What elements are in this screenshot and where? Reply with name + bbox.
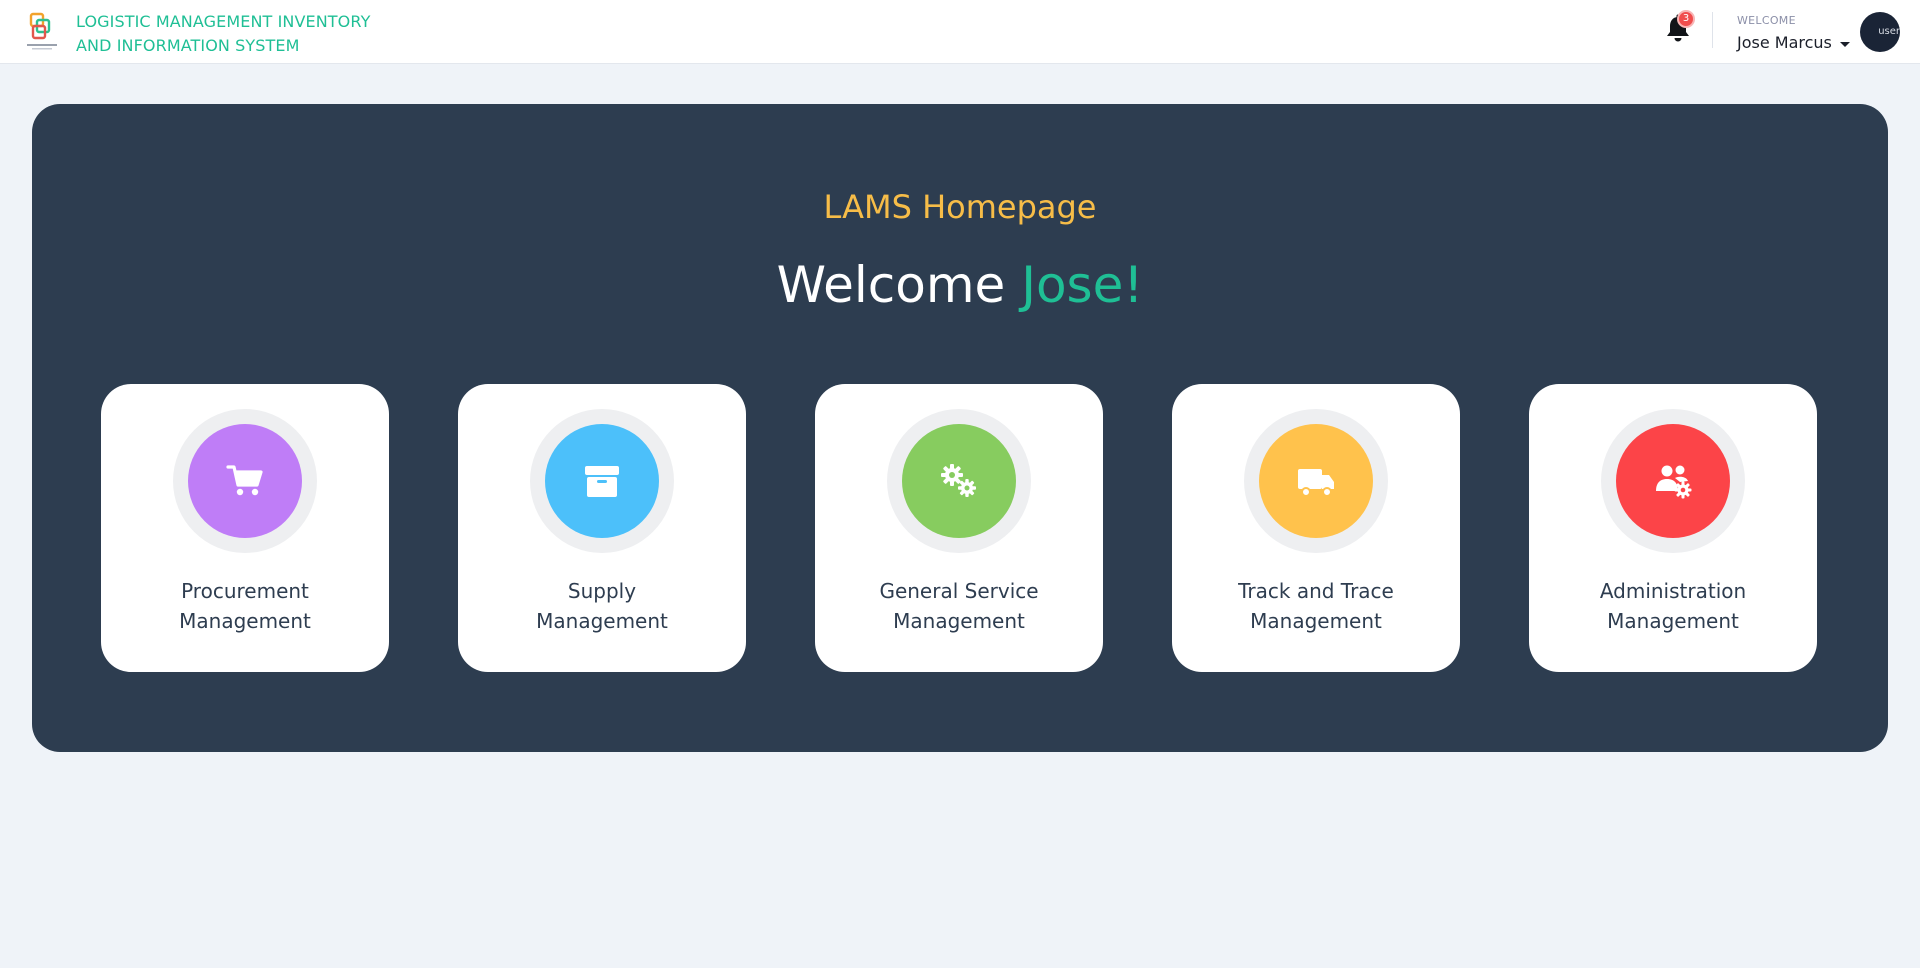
welcome-user-name: Jose! <box>1021 256 1144 314</box>
top-navbar: LOGISTIC MANAGEMENT INVENTORY AND INFORM… <box>0 0 1920 64</box>
homepage-hero-panel: LAMS Homepage Welcome Jose! Procurement … <box>32 104 1888 752</box>
module-icon-disk <box>1616 424 1730 538</box>
module-card-general-service[interactable]: General Service Management <box>815 384 1103 672</box>
box-icon <box>585 466 619 497</box>
user-menu-caret-icon[interactable] <box>1840 42 1850 47</box>
homepage-subtitle: LAMS Homepage <box>823 188 1097 226</box>
module-card-label: Track and Trace Management <box>1172 576 1460 636</box>
module-cards: Procurement Management Supply Management <box>101 384 1821 672</box>
module-card-label: Supply Management <box>458 576 746 636</box>
module-label-line1: General Service <box>879 579 1039 603</box>
module-icon-ring <box>887 409 1031 553</box>
module-icon-disk <box>902 424 1016 538</box>
module-card-label: Procurement Management <box>101 576 389 636</box>
welcome-prefix: Welcome <box>776 256 1006 314</box>
module-card-procurement[interactable]: Procurement Management <box>101 384 389 672</box>
module-label-line2: Management <box>536 609 668 633</box>
module-label-line1: Supply <box>567 579 637 603</box>
module-icon-ring <box>1601 409 1745 553</box>
module-icon-ring <box>530 409 674 553</box>
company-logo[interactable] <box>22 8 62 52</box>
module-label-line1: Procurement <box>181 579 309 603</box>
welcome-heading: Welcome Jose! <box>32 256 1888 314</box>
module-icon-disk <box>188 424 302 538</box>
module-label-line1: Administration <box>1599 579 1747 603</box>
module-card-label: General Service Management <box>815 576 1103 636</box>
module-card-label: Administration Management <box>1529 576 1817 636</box>
notification-count-badge: 3 <box>1677 10 1695 28</box>
user-avatar[interactable]: user <box>1860 12 1900 52</box>
user-menu-name[interactable]: Jose Marcus <box>1737 33 1832 52</box>
truck-icon <box>1298 469 1334 497</box>
header-divider <box>1712 12 1713 48</box>
users-cog-icon <box>1656 465 1692 499</box>
system-title-line2: AND INFORMATION SYSTEM <box>76 36 300 55</box>
system-title: LOGISTIC MANAGEMENT INVENTORY AND INFORM… <box>76 10 406 58</box>
cart-icon <box>226 465 263 496</box>
welcome-label: WELCOME <box>1737 14 1796 27</box>
module-icon-disk <box>545 424 659 538</box>
module-label-line2: Management <box>1607 609 1739 633</box>
module-card-administration[interactable]: Administration Management <box>1529 384 1817 672</box>
module-card-supply[interactable]: Supply Management <box>458 384 746 672</box>
module-icon-ring <box>173 409 317 553</box>
module-icon-ring <box>1244 409 1388 553</box>
module-label-line2: Management <box>1250 609 1382 633</box>
module-label-line2: Management <box>179 609 311 633</box>
module-label-line2: Management <box>893 609 1025 633</box>
module-card-track-and-trace[interactable]: Track and Trace Management <box>1172 384 1460 672</box>
avatar-alt-text: user <box>1878 26 1900 37</box>
gears-icon <box>941 464 976 497</box>
system-title-line1: LOGISTIC MANAGEMENT INVENTORY <box>76 12 371 31</box>
module-icon-disk <box>1259 424 1373 538</box>
module-label-line1: Track and Trace <box>1238 579 1394 603</box>
